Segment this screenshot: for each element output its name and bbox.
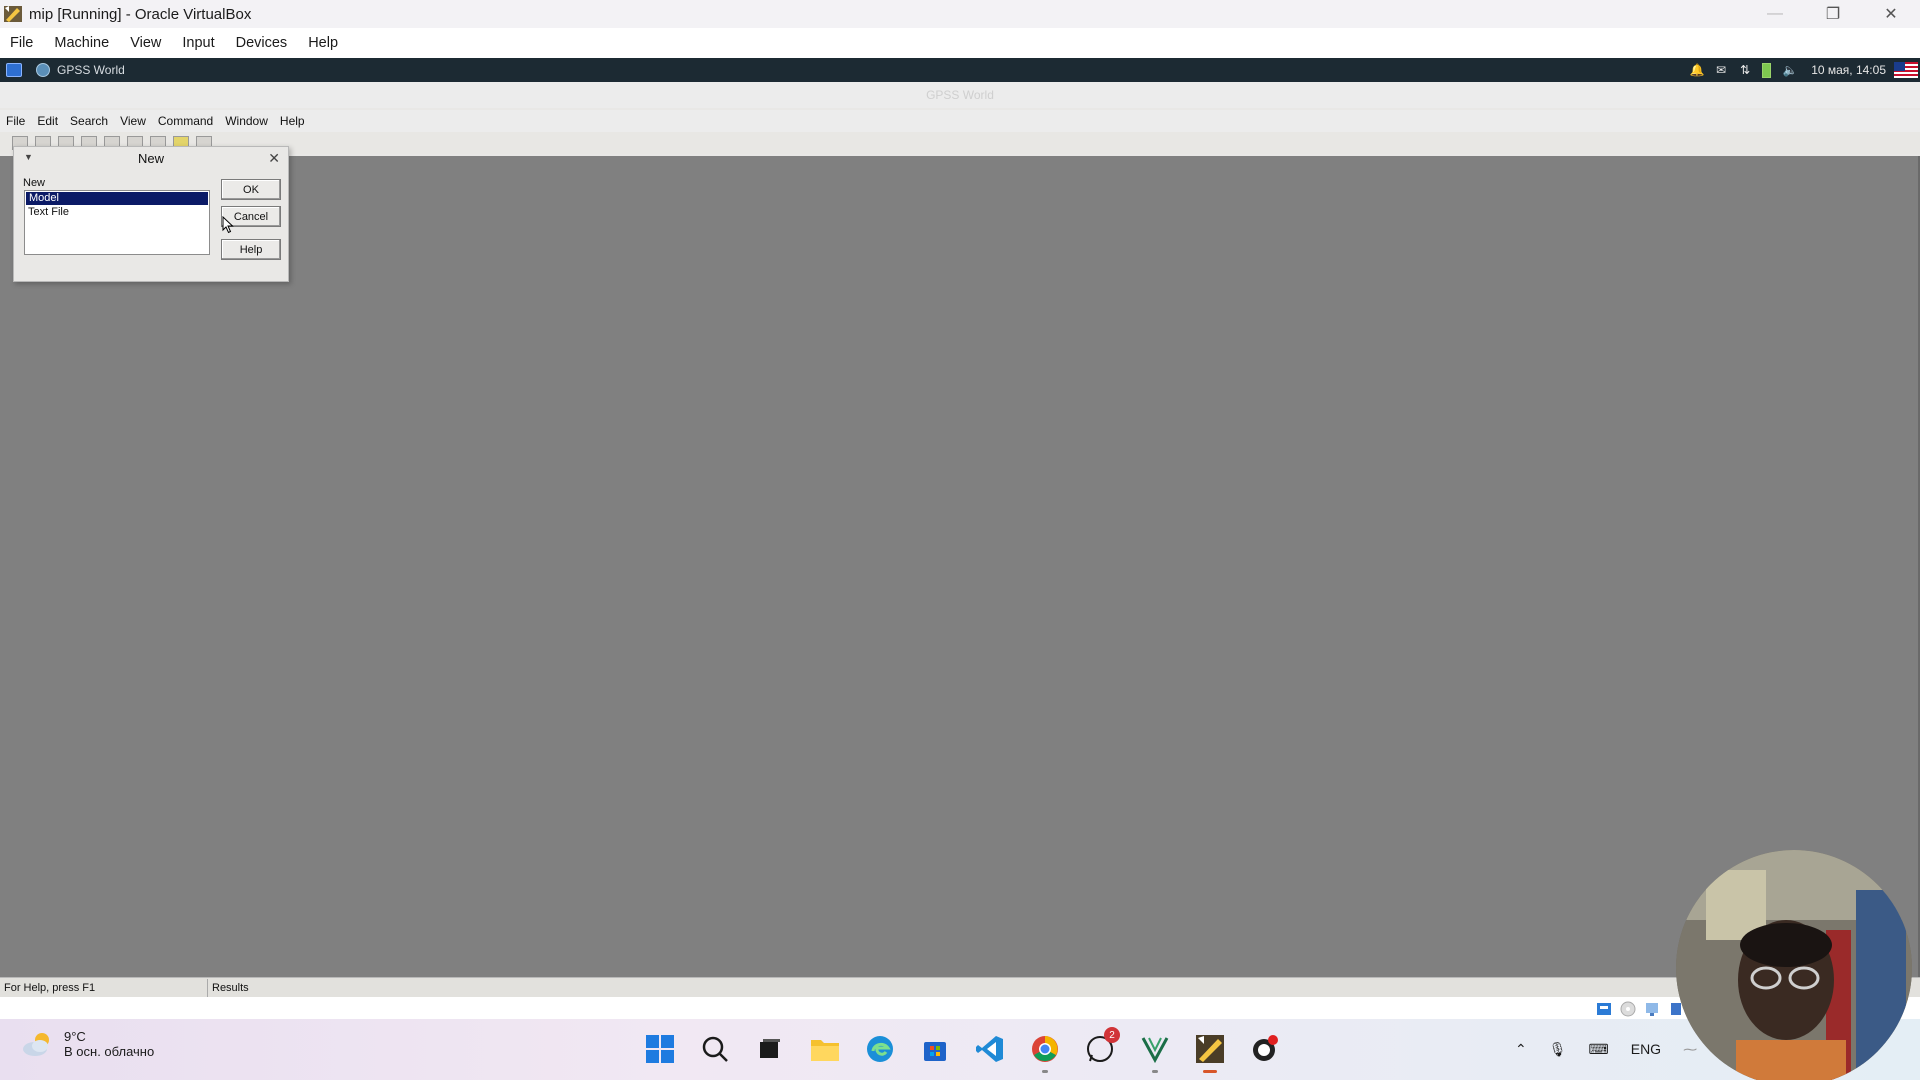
virtualbox-menu-bar: File Machine View Input Devices Help [0,28,1920,58]
file-explorer-button[interactable] [805,1029,845,1069]
task-view-icon [760,1039,780,1058]
vscode-button[interactable] [970,1029,1010,1069]
taskbar-apps: 2 [640,1027,1300,1073]
keyboard-icon[interactable]: ⌨ [1589,1041,1609,1058]
gpss-menu-window[interactable]: Window [225,114,268,128]
new-dialog: ▼ New ✕ New Model Text File OK Cancel He… [13,146,289,282]
obs-button[interactable] [1245,1029,1285,1069]
menu-input[interactable]: Input [182,35,214,51]
gpss-menu-view[interactable]: View [120,114,146,128]
search-icon [702,1036,728,1062]
microphone-icon[interactable]: 🎙 [1549,1041,1567,1058]
us-flag-icon[interactable] [1894,62,1918,78]
new-list-label: New [23,177,46,189]
weather-description: В осн. облачно [64,1044,155,1059]
gpss-menu-search[interactable]: Search [70,114,108,128]
hard-disk-icon[interactable] [1596,1001,1612,1017]
guest-launcher-icon[interactable] [6,63,22,77]
list-item-model[interactable]: Model [26,192,208,205]
chrome-button[interactable] [1025,1029,1065,1073]
chrome-icon [1032,1036,1058,1062]
gpss-menu-help[interactable]: Help [280,114,305,128]
running-indicator [1203,1070,1217,1073]
show-hidden-icons-chevron-icon[interactable]: ⌃ [1515,1041,1527,1058]
window-controls: — ❐ ✕ [1746,0,1920,28]
webcam-person-image [1676,850,1912,1080]
gpss-menu-command[interactable]: Command [158,114,213,128]
battery-icon[interactable] [1762,62,1772,78]
window-title: mip [Running] - Oracle VirtualBox [29,5,252,23]
virtualbox-button[interactable] [1190,1029,1230,1073]
volume-icon[interactable]: 🔈 [1783,63,1798,77]
search-button[interactable] [695,1029,735,1069]
gpss-menu-file[interactable]: File [6,114,25,128]
help-button[interactable]: Help [221,239,281,260]
weather-temperature: 9°C [64,1029,86,1044]
ok-button[interactable]: OK [221,179,281,200]
gpss-status-bar: For Help, press F1 Results [0,977,1920,997]
new-type-list[interactable]: Model Text File [24,190,210,255]
menu-view[interactable]: View [130,35,161,51]
weather-widget[interactable]: 9°C В осн. облачно [20,1029,154,1059]
menu-file[interactable]: File [10,35,33,51]
guest-clock[interactable]: 10 мая, 14:05 [1811,63,1886,77]
task-view-button[interactable] [750,1029,790,1069]
network-icon[interactable]: ⇅ [1738,63,1752,77]
whatsapp-button[interactable]: 2 [1080,1027,1120,1069]
gpss-menu-edit[interactable]: Edit [37,114,58,128]
running-indicator [1042,1070,1048,1073]
record-icon [1253,1035,1278,1061]
virtualbox-app-icon [4,6,22,22]
gpss-task-label[interactable]: GPSS World [57,63,125,77]
start-button[interactable] [640,1029,680,1069]
virtualbox-title-bar: mip [Running] - Oracle VirtualBox — ❐ ✕ [0,0,1920,28]
visio-button[interactable] [1135,1029,1175,1073]
mail-icon[interactable]: ✉ [1714,63,1728,77]
virtualbox-icon [1196,1035,1224,1063]
webcam-overlay [1676,850,1912,1080]
bell-icon[interactable]: 🔔 [1690,63,1705,77]
whatsapp-badge: 2 [1104,1027,1120,1043]
windows-taskbar: 9°C В осн. облачно 2 ⌃ 🎙 ⌨ ENG ⁓ [0,1019,1920,1080]
status-results: Results [212,981,249,994]
store-icon [924,1042,946,1061]
optical-drive-icon[interactable] [1620,1001,1636,1017]
wifi-icon[interactable]: ⁓ [1683,1041,1697,1058]
close-button[interactable]: ✕ [1862,0,1920,28]
guest-tray: 🔔 ✉ ⇅ 🔈 10 мая, 14:05 [1690,58,1920,82]
list-item-text-file[interactable]: Text File [25,206,209,219]
menu-devices[interactable]: Devices [236,35,288,51]
gpss-menu-bar: File Edit Search View Command Window Hel… [0,110,1920,132]
windows-logo-icon [646,1035,674,1063]
menu-help[interactable]: Help [308,35,338,51]
dialog-title: New [137,150,164,166]
language-indicator[interactable]: ENG [1631,1041,1661,1057]
edge-icon [867,1036,893,1062]
store-button[interactable] [915,1029,955,1069]
minimize-button[interactable]: — [1746,0,1804,28]
mouse-cursor-icon [222,216,234,234]
dialog-close-icon[interactable]: ✕ [268,150,280,167]
guest-top-panel: GPSS World 🔔 ✉ ⇅ 🔈 10 мая, 14:05 [0,58,1920,82]
vector-app-icon [1141,1037,1169,1064]
folder-icon [811,1040,839,1061]
running-indicator [1152,1070,1158,1073]
menu-machine[interactable]: Machine [54,35,109,51]
vscode-icon [976,1036,1003,1062]
gpss-caption: GPSS World [0,82,1920,108]
network-adapter-icon[interactable] [1644,1001,1660,1017]
gpss-task-icon[interactable] [36,63,50,77]
edge-button[interactable] [860,1029,900,1069]
system-tray: ⌃ 🎙 ⌨ ENG ⁓ [1515,1037,1719,1061]
restore-button[interactable]: ❐ [1804,0,1862,28]
cloud-sun-icon [23,1033,49,1056]
status-help-text: For Help, press F1 [0,978,208,997]
